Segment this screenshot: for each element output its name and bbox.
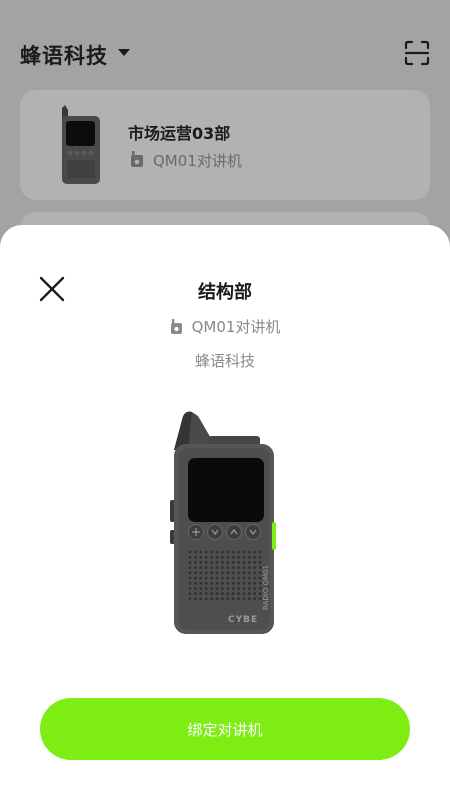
bind-device-button[interactable]: 绑定对讲机	[40, 698, 410, 760]
device-card[interactable]: 市场运营03部 QM01对讲机	[20, 90, 430, 200]
group-title: 结构部	[198, 282, 252, 303]
top-bar: 蜂语科技	[0, 0, 450, 90]
walkie-talkie-thumbnail	[62, 105, 100, 184]
svg-text:CYBE: CYBE	[228, 615, 258, 625]
svg-text:RADIO QM01: RADIO QM01	[262, 565, 270, 610]
walkie-talkie-icon	[131, 151, 143, 167]
walkie-talkie-icon	[170, 318, 182, 334]
org-name: 蜂语科技	[194, 352, 255, 370]
scan-icon[interactable]	[404, 40, 430, 66]
model-row: QM01对讲机	[0, 315, 450, 337]
device-name: 市场运营03部	[128, 124, 231, 143]
device-model: QM01对讲机	[153, 152, 242, 170]
walkie-talkie-image: CYBE RADIO QM01	[170, 411, 276, 634]
bind-device-sheet: 结构部 QM01对讲机 蜂语科技 CYBE RADIO QM01 绑定对讲机	[0, 225, 450, 800]
device-model: QM01对讲机	[191, 317, 281, 336]
caret-down-icon[interactable]	[118, 49, 130, 56]
org-name[interactable]: 蜂语科技	[20, 40, 108, 70]
